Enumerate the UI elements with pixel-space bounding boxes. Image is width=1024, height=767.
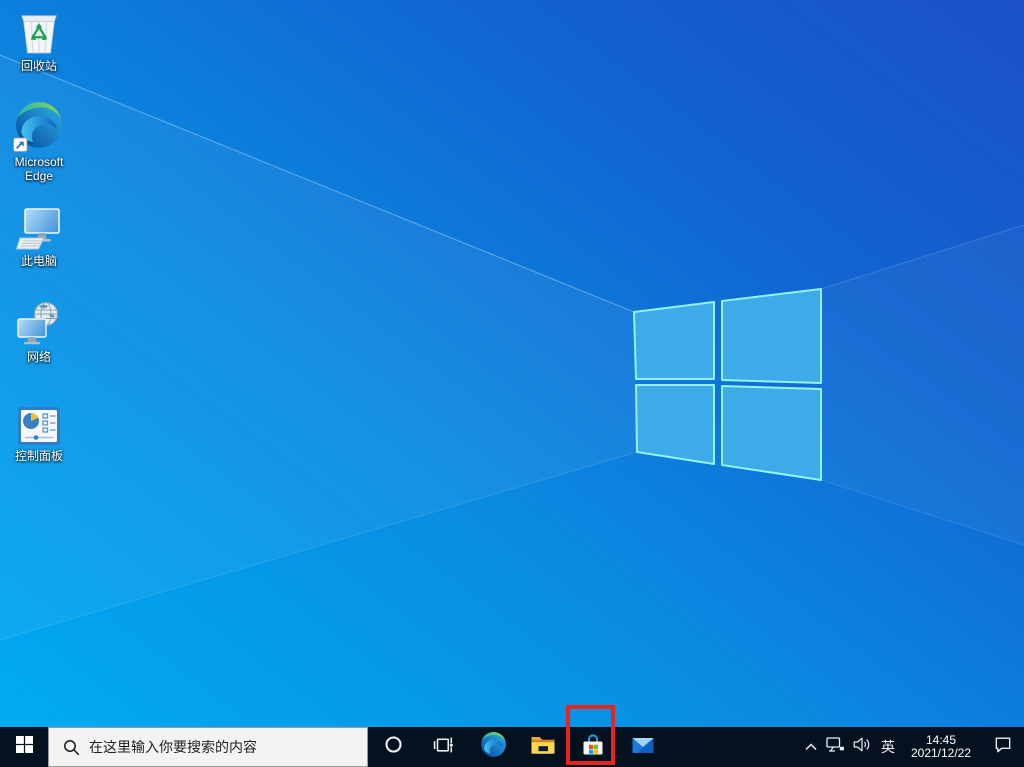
windows-start-icon [15, 736, 33, 758]
taskbar-file-explorer-button[interactable] [518, 727, 568, 767]
taskbar-task-view-button[interactable] [418, 727, 468, 767]
taskbar-spacer [668, 727, 800, 767]
mail-icon [630, 732, 656, 763]
desktop-icon-label: 网络 [26, 350, 51, 364]
desktop-icon-network[interactable]: 网络 [1, 301, 77, 364]
desktop-icon-label: Microsoft Edge [14, 155, 64, 183]
desktop-icon-this-pc[interactable]: 此电脑 [1, 207, 77, 268]
desktop-icon-label: 回收站 [20, 59, 57, 73]
this-pc-icon [15, 207, 62, 251]
notification-icon [994, 736, 1012, 758]
chevron-up-icon [805, 738, 817, 756]
tray-show-hidden-icons-button[interactable] [800, 727, 822, 767]
tray-network-button[interactable] [822, 727, 848, 767]
clock-date: 2021/12/22 [910, 746, 972, 760]
taskbar: 英 14:45 2021/12/22 [0, 727, 1024, 767]
desktop-icon-microsoft-edge[interactable]: Microsoft Edge [1, 100, 77, 183]
ime-label: 英 [881, 739, 895, 755]
file-explorer-icon [530, 732, 556, 763]
desktop-icon-label: 此电脑 [20, 254, 57, 268]
taskbar-edge-button[interactable] [468, 727, 518, 767]
volume-icon [853, 737, 872, 757]
search-icon [64, 739, 80, 755]
wallpaper-windows-logo [0, 54, 1024, 641]
task-view-icon [433, 736, 454, 759]
desktop-icon-recycle-bin[interactable]: 回收站 [1, 8, 77, 73]
taskbar-cortana-button[interactable] [368, 727, 418, 767]
taskbar-mail-button[interactable] [618, 727, 668, 767]
cortana-icon [384, 735, 403, 759]
start-button[interactable] [0, 727, 48, 767]
network-status-icon [825, 737, 845, 757]
desktop: 回收站 Microsoft Edge 此电脑 网络 控制面板 在这里输入你要搜索… [0, 0, 1024, 767]
control-panel-icon [17, 406, 61, 446]
desktop-icon-control-panel[interactable]: 控制面板 [1, 406, 77, 463]
network-icon [16, 301, 62, 347]
taskbar-search-box[interactable] [48, 727, 368, 767]
recycle-bin-icon [17, 8, 61, 56]
tray-ime-indicator[interactable]: 英 [876, 727, 900, 767]
search-input[interactable] [89, 739, 357, 755]
edge-icon [480, 731, 507, 763]
tray-clock[interactable]: 14:45 2021/12/22 [900, 727, 982, 767]
tray-volume-button[interactable] [848, 727, 876, 767]
edge-icon [13, 100, 65, 152]
tray-action-center-button[interactable] [982, 727, 1024, 767]
desktop-icon-label: 控制面板 [14, 449, 63, 463]
highlight-box [566, 705, 615, 765]
